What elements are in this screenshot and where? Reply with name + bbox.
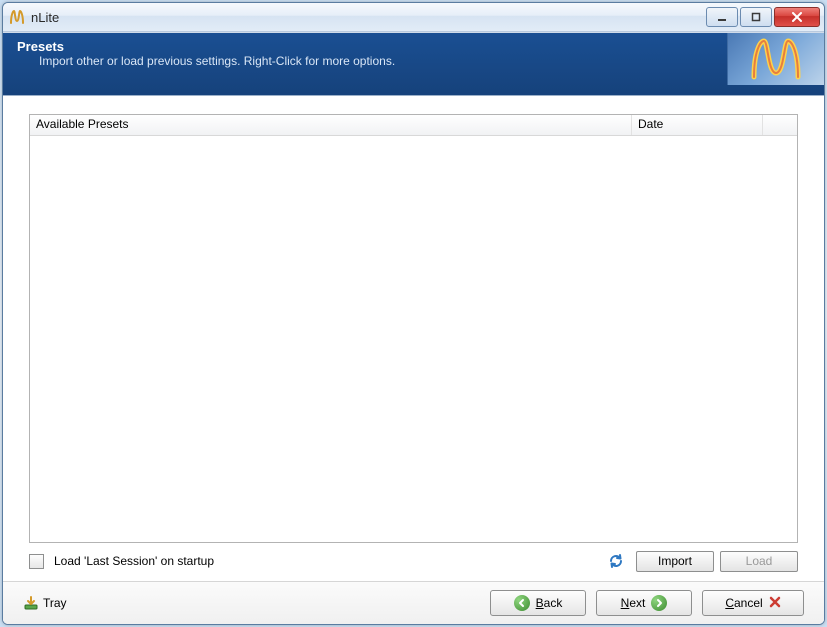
title-bar[interactable]: nLite xyxy=(3,3,824,32)
window-title: nLite xyxy=(31,10,706,25)
load-button[interactable]: Load xyxy=(720,551,798,572)
refresh-icon[interactable] xyxy=(608,553,624,569)
back-label: Back xyxy=(536,596,563,610)
listview-header[interactable]: Available Presets Date xyxy=(30,115,797,136)
close-button[interactable] xyxy=(774,7,820,27)
column-spacer[interactable] xyxy=(763,115,797,135)
banner-subheading: Import other or load previous settings. … xyxy=(17,54,395,68)
import-button[interactable]: Import xyxy=(636,551,714,572)
next-button[interactable]: Next xyxy=(596,590,692,616)
load-last-session-label[interactable]: Load 'Last Session' on startup xyxy=(54,554,214,568)
tray-icon xyxy=(23,595,39,611)
listview-body[interactable] xyxy=(30,136,797,542)
app-icon xyxy=(9,9,25,25)
back-arrow-icon xyxy=(514,595,530,611)
client-area: Presets Import other or load previous se… xyxy=(3,32,824,624)
banner-heading: Presets xyxy=(17,39,395,54)
tray-label: Tray xyxy=(43,596,67,610)
next-arrow-icon xyxy=(651,595,667,611)
column-date[interactable]: Date xyxy=(632,115,763,135)
banner-logo xyxy=(727,33,824,85)
window-buttons xyxy=(706,7,820,27)
minimize-button[interactable] xyxy=(706,7,738,27)
presets-listview[interactable]: Available Presets Date xyxy=(29,114,798,543)
below-list-row: Load 'Last Session' on startup Import Lo… xyxy=(29,549,798,573)
content-area: Available Presets Date Load 'Last Sessio… xyxy=(3,96,824,581)
cancel-x-icon xyxy=(769,596,781,611)
column-available-presets[interactable]: Available Presets xyxy=(30,115,632,135)
next-label: Next xyxy=(621,596,646,610)
page-banner: Presets Import other or load previous se… xyxy=(3,33,824,96)
load-last-session-checkbox[interactable] xyxy=(29,554,44,569)
back-button[interactable]: Back xyxy=(490,590,586,616)
app-window: nLite Presets Import other or load previ… xyxy=(2,2,825,625)
maximize-button[interactable] xyxy=(740,7,772,27)
cancel-button[interactable]: Cancel xyxy=(702,590,804,616)
tray-button[interactable]: Tray xyxy=(23,595,67,611)
cancel-label: Cancel xyxy=(725,596,762,610)
footer-bar: Tray Back Next Cancel xyxy=(3,581,824,624)
